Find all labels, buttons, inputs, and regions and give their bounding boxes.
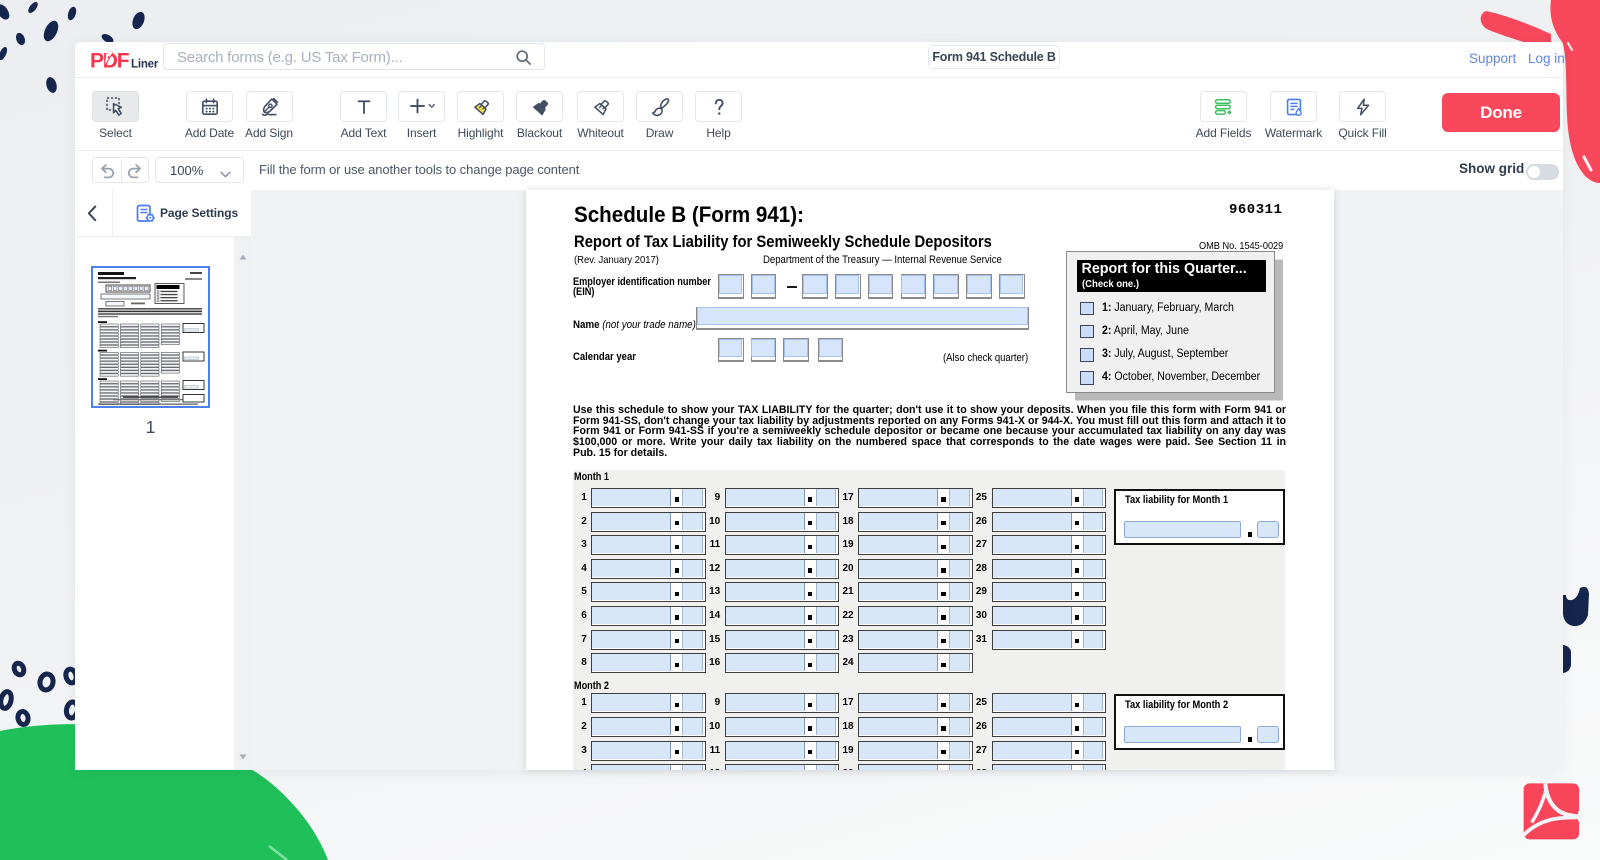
svg-text:Liner: Liner — [131, 59, 159, 71]
svg-text:PDF: PDF — [90, 50, 130, 73]
